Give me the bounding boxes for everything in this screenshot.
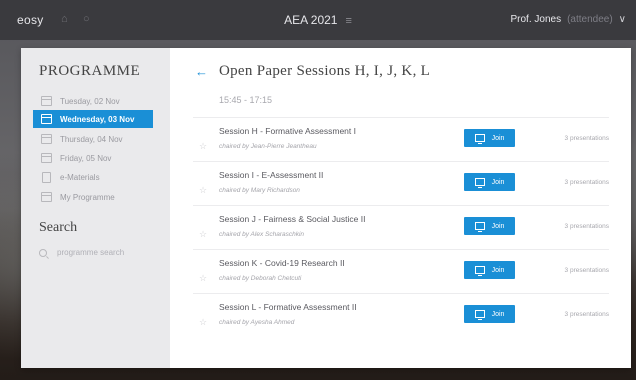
join-label: Join xyxy=(491,266,505,274)
star-icon[interactable]: ☆ xyxy=(199,141,207,152)
sidebar-item-tuesday[interactable]: Tuesday, 02 Nov xyxy=(33,92,153,110)
monitor-icon xyxy=(474,222,485,232)
session-name[interactable]: Session H - Formative Assessment I xyxy=(219,126,356,136)
star-icon[interactable]: ☆ xyxy=(199,317,207,328)
join-label: Join xyxy=(491,134,505,142)
presentations-count: 3 presentations xyxy=(564,311,609,318)
menu-icon[interactable]: ≡ xyxy=(345,15,351,27)
sidebar-item-friday[interactable]: Friday, 05 Nov xyxy=(33,149,153,167)
sidebar-item-label: Wednesday, 03 Nov xyxy=(60,114,135,124)
session-chair: chaired by Jean-Pierre Jeantheau xyxy=(219,143,317,150)
user-menu[interactable]: Prof. Jones (attendee) ∨ xyxy=(510,14,626,25)
session-name[interactable]: Session K - Covid-19 Research II xyxy=(219,258,345,268)
back-arrow-icon[interactable]: ← xyxy=(195,64,208,79)
programme-panel: PROGRAMME Tuesday, 02 Nov Wednesday, 03 … xyxy=(21,48,631,368)
calendar-icon xyxy=(39,191,53,203)
session-row: ☆ Session I - E-Assessment II chaired by… xyxy=(193,161,609,205)
calendar-icon xyxy=(39,133,53,145)
join-label: Join xyxy=(491,178,505,186)
sidebar-item-label: Tuesday, 02 Nov xyxy=(60,96,120,106)
session-name[interactable]: Session L - Formative Assessment II xyxy=(219,302,357,312)
search-placeholder: programme search xyxy=(57,248,125,257)
monitor-icon xyxy=(474,266,485,276)
session-time: 15:45 - 17:15 xyxy=(219,95,273,105)
session-name[interactable]: Session J - Fairness & Social Justice II xyxy=(219,214,365,224)
sidebar-item-e-materials[interactable]: e-Materials xyxy=(33,168,153,186)
join-label: Join xyxy=(491,310,505,318)
sidebar-item-thursday[interactable]: Thursday, 04 Nov xyxy=(33,130,153,148)
join-label: Join xyxy=(491,222,505,230)
sidebar: PROGRAMME Tuesday, 02 Nov Wednesday, 03 … xyxy=(21,48,170,368)
join-button[interactable]: Join xyxy=(464,129,515,147)
programme-search-input[interactable]: programme search xyxy=(39,248,124,257)
session-row: ☆ Session K - Covid-19 Research II chair… xyxy=(193,249,609,293)
search-icon xyxy=(39,248,47,257)
search-heading: Search xyxy=(39,220,78,235)
join-button[interactable]: Join xyxy=(464,305,515,323)
session-name[interactable]: Session I - E-Assessment II xyxy=(219,170,323,180)
sidebar-item-label: Thursday, 04 Nov xyxy=(60,134,123,144)
top-bar: eosy ⌂ ○ AEA 2021 ≡ Prof. Jones (attendee)… xyxy=(0,0,636,40)
join-button[interactable]: Join xyxy=(464,261,515,279)
join-button[interactable]: Join xyxy=(464,173,515,191)
sidebar-item-label: Friday, 05 Nov xyxy=(60,153,112,163)
session-chair: chaired by Ayesha Ahmed xyxy=(219,319,295,326)
monitor-icon xyxy=(474,178,485,188)
user-role: (attendee) xyxy=(567,14,613,25)
sidebar-item-label: e-Materials xyxy=(60,172,100,182)
user-name: Prof. Jones xyxy=(510,14,562,25)
session-chair: chaired by Alex Scharaschkin xyxy=(219,231,305,238)
session-row: ☆ Session J - Fairness & Social Justice … xyxy=(193,205,609,249)
presentations-count: 3 presentations xyxy=(564,135,609,142)
join-button[interactable]: Join xyxy=(464,217,515,235)
page-title: Open Paper Sessions H, I, J, K, L xyxy=(219,63,431,79)
sidebar-item-label: My Programme xyxy=(60,192,115,202)
programme-heading: PROGRAMME xyxy=(39,63,141,79)
star-icon[interactable]: ☆ xyxy=(199,229,207,240)
conference-name: AEA 2021 xyxy=(284,13,338,27)
star-icon[interactable]: ☆ xyxy=(199,273,207,284)
sidebar-item-wednesday[interactable]: Wednesday, 03 Nov xyxy=(33,110,153,128)
session-chair: chaired by Deborah Chetcuti xyxy=(219,275,302,282)
monitor-icon xyxy=(474,134,485,144)
presentations-count: 3 presentations xyxy=(564,267,609,274)
calendar-icon xyxy=(39,113,53,125)
session-chair: chaired by Mary Richardson xyxy=(219,187,300,194)
presentations-count: 3 presentations xyxy=(564,179,609,186)
sidebar-item-my-programme[interactable]: My Programme xyxy=(33,188,153,206)
materials-icon xyxy=(39,171,53,183)
session-row: ☆ Session L - Formative Assessment II ch… xyxy=(193,293,609,337)
star-icon[interactable]: ☆ xyxy=(199,185,207,196)
presentations-count: 3 presentations xyxy=(564,223,609,230)
session-row: ☆ Session H - Formative Assessment I cha… xyxy=(193,117,609,161)
monitor-icon xyxy=(474,310,485,320)
chevron-down-icon: ∨ xyxy=(618,14,626,25)
calendar-icon xyxy=(39,152,53,164)
calendar-icon xyxy=(39,95,53,107)
